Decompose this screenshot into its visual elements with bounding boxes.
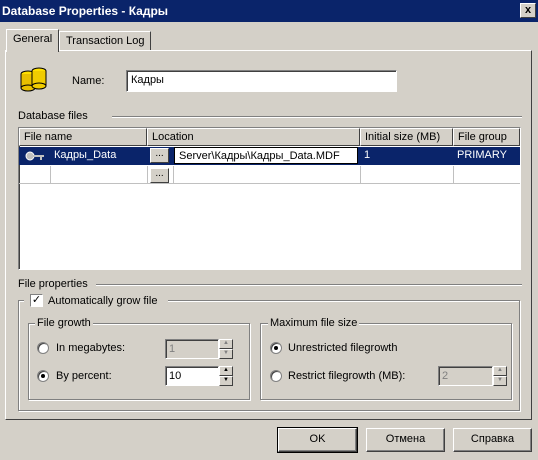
name-field[interactable]: Кадры [126,70,397,92]
file-properties-label: File properties [18,278,88,290]
spin-down-icon[interactable]: ▼ [219,349,233,359]
spin-down-icon[interactable]: ▼ [219,376,233,386]
cell-file-group: PRIMARY [457,149,507,161]
spin-up-icon[interactable]: ▲ [493,366,507,376]
file-growth-label: File growth [35,317,93,329]
cancel-button[interactable]: Отмена [366,428,445,452]
database-files-label: Database files [18,110,88,122]
percent-spin-arrows[interactable]: ▲ ▼ [219,366,233,386]
spin-up-icon[interactable]: ▲ [219,366,233,376]
spin-down-icon[interactable]: ▼ [493,376,507,386]
tab-transaction-log-label: Transaction Log [66,35,145,47]
column-header-initial-size[interactable]: Initial size (MB) [360,128,453,146]
database-properties-dialog: Database Properties - Кадры x General Tr… [0,0,538,460]
ok-button[interactable]: OK [277,427,358,453]
table-row[interactable]: Кадры_Data ... Server\Кадры\Кадры_Data.M… [19,147,520,165]
key-icon [25,151,44,161]
tab-general[interactable]: General [6,29,60,52]
cell-initial-size: 1 [364,149,371,161]
checkmark-icon: ✓ [31,294,42,306]
tab-general-label: General [13,33,53,45]
grid-line [147,166,148,184]
grid-line [173,166,174,184]
spin-up-icon[interactable]: ▲ [219,339,233,349]
grid-line [360,166,361,184]
grid-line [50,166,51,184]
browse-location-button-empty[interactable]: ... [150,168,169,183]
restrict-radio[interactable] [270,370,282,382]
megabytes-spin-arrows[interactable]: ▲ ▼ [219,339,233,359]
restrict-field[interactable]: 2 [438,366,493,386]
radio-selected-dot [41,374,45,378]
title-bar[interactable]: Database Properties - Кадры x [0,0,538,22]
name-value: Кадры [131,74,164,86]
in-megabytes-label: In megabytes: [56,342,126,354]
table-row-empty[interactable]: ... [19,166,520,184]
grid-line [453,166,454,184]
megabytes-field[interactable]: 1 [165,339,219,359]
close-button[interactable]: x [520,3,536,18]
window-title: Database Properties - Кадры [2,4,169,18]
close-icon: x [524,4,532,16]
by-percent-radio[interactable] [37,370,49,382]
file-growth-group [28,323,250,400]
auto-grow-checkbox[interactable]: ✓ [30,294,43,307]
unrestricted-label: Unrestricted filegrowth [288,342,398,354]
max-file-size-group [260,323,512,400]
cell-location[interactable]: Server\Кадры\Кадры_Data.MDF [174,147,358,164]
database-icon [20,67,47,92]
restrict-label: Restrict filegrowth (MB): [288,370,406,382]
browse-location-button[interactable]: ... [150,148,169,163]
column-header-file-group[interactable]: File group [453,128,520,146]
in-megabytes-radio[interactable] [37,342,49,354]
by-percent-label: By percent: [56,370,112,382]
database-files-divider [112,116,522,118]
name-label: Name: [72,75,105,87]
cell-file-name: Кадры_Data [54,149,117,161]
database-files-grid[interactable]: File name Location Initial size (MB) Fil… [18,127,521,270]
restrict-spin-arrows[interactable]: ▲ ▼ [493,366,507,386]
auto-grow-label: Automatically grow file [48,295,158,307]
unrestricted-radio[interactable] [270,342,282,354]
tab-transaction-log[interactable]: Transaction Log [59,31,152,51]
column-header-file-name[interactable]: File name [19,128,147,146]
percent-field[interactable]: 10 [165,366,219,386]
max-file-size-label: Maximum file size [268,317,360,329]
column-header-location[interactable]: Location [147,128,360,146]
help-button[interactable]: Справка [453,428,532,452]
file-properties-divider [96,284,522,286]
radio-selected-dot [274,346,278,350]
